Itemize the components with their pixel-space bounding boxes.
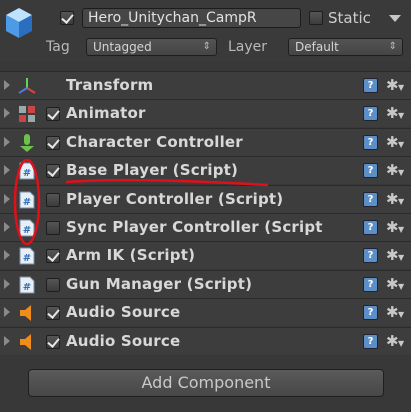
- component-enable-checkbox[interactable]: [46, 306, 60, 321]
- foldout-arrow-icon[interactable]: [4, 250, 10, 261]
- static-checkbox[interactable]: [309, 11, 323, 25]
- speaker-icon: [18, 304, 36, 322]
- component-title: Base Player (Script): [66, 161, 239, 180]
- component-enable-checkbox[interactable]: [46, 107, 60, 122]
- component-title: Transform: [66, 76, 154, 94]
- component-enable-checkbox[interactable]: [46, 192, 60, 207]
- component-row[interactable]: Audio Source? ✱ ▼: [0, 326, 411, 355]
- help-book-icon[interactable]: ?: [363, 220, 378, 235]
- component-title: Character Controller: [66, 132, 243, 151]
- help-book-icon[interactable]: ?: [363, 191, 378, 207]
- static-dropdown-arrow-icon[interactable]: [389, 15, 401, 22]
- gameobject-cube-icon: [6, 8, 32, 38]
- foldout-arrow-icon[interactable]: [4, 335, 10, 346]
- component-row[interactable]: Audio Source? ✱ ▼: [0, 298, 411, 327]
- help-book-icon[interactable]: ?: [363, 333, 378, 349]
- gear-settings-icon[interactable]: ✱ ▼: [386, 246, 406, 264]
- script-icon: #: [18, 162, 36, 180]
- gear-settings-icon[interactable]: ✱ ▼: [386, 104, 406, 122]
- updown-arrows-icon: ⇕: [202, 41, 211, 52]
- component-row[interactable]: Transform? ✱ ▼: [0, 71, 411, 99]
- component-enable-checkbox[interactable]: [46, 221, 60, 235]
- component-title: Audio Source: [66, 331, 181, 350]
- svg-text:#: #: [23, 168, 31, 179]
- speaker-icon: [18, 333, 36, 351]
- help-book-icon[interactable]: ?: [363, 134, 378, 150]
- transform-axes-icon: [18, 77, 36, 95]
- component-enable-checkbox[interactable]: [46, 249, 60, 264]
- component-enable-checkbox[interactable]: [46, 277, 60, 292]
- add-component-button[interactable]: Add Component: [28, 369, 384, 397]
- foldout-arrow-icon[interactable]: [4, 108, 10, 119]
- inspector-header: Hero_Unitychan_CampR Static Tag Untagged…: [0, 0, 411, 62]
- gear-settings-icon[interactable]: ✱ ▼: [386, 76, 406, 94]
- script-icon: #: [18, 247, 36, 265]
- svg-text:#: #: [23, 282, 31, 293]
- component-row[interactable]: # Sync Player Controller (Script? ✱ ▼: [0, 213, 411, 241]
- gear-settings-icon[interactable]: ✱ ▼: [386, 133, 406, 151]
- component-enable-checkbox[interactable]: [46, 135, 60, 150]
- svg-text:#: #: [23, 253, 31, 264]
- component-title: Arm IK (Script): [66, 246, 196, 265]
- component-row[interactable]: Animator? ✱ ▼: [0, 99, 411, 128]
- svg-text:#: #: [23, 197, 31, 208]
- object-name-field[interactable]: Hero_Unitychan_CampR: [82, 8, 301, 28]
- component-enable-checkbox[interactable]: [46, 164, 60, 179]
- gear-settings-icon[interactable]: ✱ ▼: [386, 275, 406, 293]
- updown-arrows-icon: ⇕: [388, 41, 397, 52]
- component-title: Player Controller (Script): [66, 189, 284, 208]
- tag-dropdown-value: Untagged: [93, 40, 152, 54]
- component-title: Audio Source: [66, 303, 181, 322]
- component-title: Gun Manager (Script): [66, 274, 253, 293]
- foldout-arrow-icon[interactable]: [4, 193, 10, 204]
- character-controller-icon: [18, 133, 36, 152]
- layer-dropdown[interactable]: Default ⇕: [288, 38, 403, 56]
- foldout-arrow-icon[interactable]: [4, 278, 10, 289]
- script-icon: #: [18, 191, 36, 209]
- gear-settings-icon[interactable]: ✱ ▼: [386, 161, 406, 179]
- gear-settings-icon[interactable]: ✱ ▼: [386, 190, 406, 208]
- component-title: Animator: [66, 104, 146, 123]
- component-row[interactable]: # Arm IK (Script)? ✱ ▼: [0, 241, 411, 270]
- foldout-arrow-icon[interactable]: [4, 165, 10, 176]
- svg-text:#: #: [23, 225, 31, 236]
- help-book-icon[interactable]: ?: [363, 305, 378, 321]
- component-enable-checkbox[interactable]: [46, 334, 60, 349]
- component-row[interactable]: # Player Controller (Script)? ✱ ▼: [0, 184, 411, 213]
- component-row[interactable]: Character Controller? ✱ ▼: [0, 127, 411, 156]
- active-toggle-checkbox[interactable]: [60, 11, 74, 25]
- foldout-arrow-icon[interactable]: [4, 80, 10, 90]
- help-book-icon[interactable]: ?: [363, 78, 378, 93]
- component-title: Sync Player Controller (Script: [66, 218, 323, 236]
- layer-dropdown-value: Default: [295, 40, 339, 54]
- layer-label: Layer: [228, 39, 268, 55]
- foldout-arrow-icon[interactable]: [4, 222, 10, 232]
- foldout-arrow-icon[interactable]: [4, 136, 10, 147]
- script-icon: #: [18, 219, 36, 237]
- tag-dropdown[interactable]: Untagged ⇕: [86, 38, 217, 56]
- foldout-arrow-icon[interactable]: [4, 307, 10, 318]
- component-row[interactable]: # Gun Manager (Script)? ✱ ▼: [0, 269, 411, 298]
- gear-settings-icon[interactable]: ✱ ▼: [386, 332, 406, 350]
- tag-label: Tag: [46, 39, 70, 55]
- component-row[interactable]: # Base Player (Script)? ✱ ▼: [0, 156, 411, 185]
- help-book-icon[interactable]: ?: [363, 163, 378, 179]
- static-label: Static: [328, 9, 371, 27]
- animator-icon: [18, 105, 36, 123]
- help-book-icon[interactable]: ?: [363, 276, 378, 292]
- gear-settings-icon[interactable]: ✱ ▼: [386, 303, 406, 321]
- help-book-icon[interactable]: ?: [363, 106, 378, 122]
- help-book-icon[interactable]: ?: [363, 248, 378, 264]
- script-icon: #: [18, 276, 36, 294]
- gear-settings-icon[interactable]: ✱ ▼: [386, 218, 406, 236]
